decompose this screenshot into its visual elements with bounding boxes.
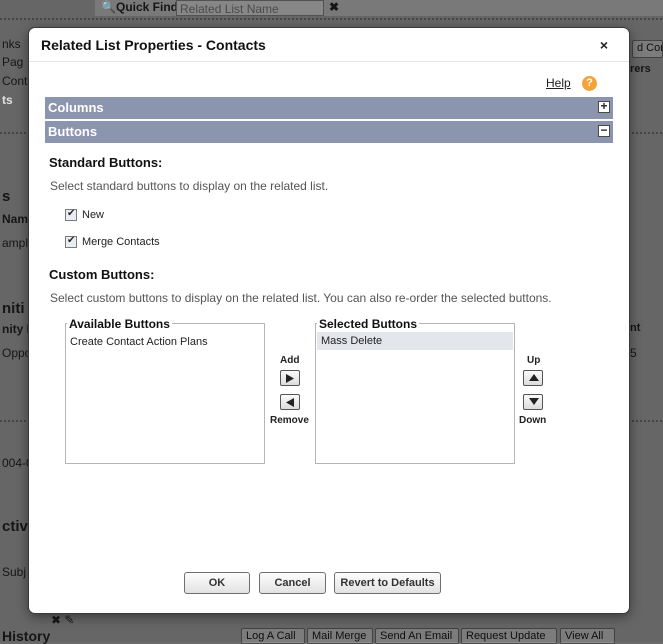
selected-buttons-list[interactable]: Selected Buttons Mass Delete xyxy=(315,317,515,464)
expand-icon[interactable]: + xyxy=(598,100,610,113)
arrow-down-icon xyxy=(529,398,539,405)
arrow-up-icon xyxy=(529,374,539,381)
help-link[interactable]: Help xyxy=(546,76,571,90)
help-icon[interactable]: ? xyxy=(582,76,597,91)
columns-section-header[interactable]: Columns + xyxy=(45,97,613,119)
remove-label: Remove xyxy=(270,415,309,426)
ok-button[interactable]: OK xyxy=(184,572,250,594)
custom-buttons-heading: Custom Buttons: xyxy=(49,267,155,282)
new-checkbox-label: New xyxy=(82,209,105,221)
new-checkbox[interactable] xyxy=(65,208,77,221)
arrow-right-icon xyxy=(286,374,294,383)
selected-buttons-heading: Selected Buttons xyxy=(317,317,420,331)
dialog-title: Related List Properties - Contacts xyxy=(41,37,266,53)
arrow-left-icon xyxy=(286,398,294,407)
close-icon[interactable]: × xyxy=(596,37,612,53)
related-list-properties-dialog: Related List Properties - Contacts × Hel… xyxy=(29,28,629,613)
buttons-section-header[interactable]: Buttons − xyxy=(45,121,613,143)
collapse-icon[interactable]: − xyxy=(598,124,610,137)
buttons-section-label: Buttons xyxy=(48,124,98,139)
list-item[interactable]: Create Contact Action Plans xyxy=(70,336,208,348)
move-up-button[interactable] xyxy=(523,370,543,386)
up-label: Up xyxy=(527,355,541,366)
title-divider xyxy=(29,61,629,62)
add-button[interactable] xyxy=(280,370,300,386)
standard-buttons-heading: Standard Buttons: xyxy=(49,155,163,170)
remove-button[interactable] xyxy=(280,394,300,410)
available-buttons-heading: Available Buttons xyxy=(67,317,172,331)
columns-section-label: Columns xyxy=(48,100,104,115)
merge-contacts-checkbox[interactable] xyxy=(65,235,77,248)
down-label: Down xyxy=(519,415,547,426)
available-buttons-list[interactable]: Available Buttons Create Contact Action … xyxy=(65,317,265,464)
standard-buttons-description: Select standard buttons to display on th… xyxy=(50,179,329,193)
list-item[interactable]: Mass Delete xyxy=(317,332,513,350)
move-down-button[interactable] xyxy=(523,394,543,410)
cancel-button[interactable]: Cancel xyxy=(259,572,326,594)
merge-contacts-checkbox-label: Merge Contacts xyxy=(82,236,160,248)
revert-to-defaults-button[interactable]: Revert to Defaults xyxy=(334,572,441,594)
add-label: Add xyxy=(280,355,300,366)
custom-buttons-description: Select custom buttons to display on the … xyxy=(50,291,552,305)
